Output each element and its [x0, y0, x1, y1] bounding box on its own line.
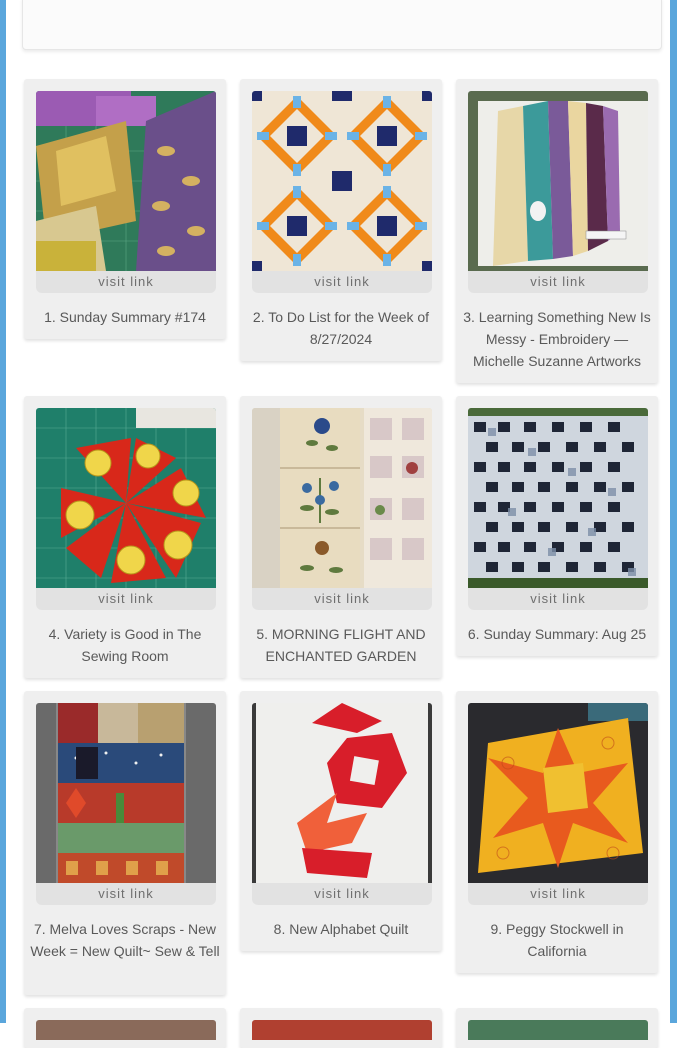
link-card-12[interactable]: [456, 1008, 658, 1048]
link-title-9[interactable]: 9. Peggy Stockwell in California: [462, 918, 652, 962]
link-card-9[interactable]: visit link 9. Peggy Stockwell in Califor…: [456, 691, 658, 973]
thumbnail-quilt-9[interactable]: [468, 703, 648, 883]
thumbnail-partial-11[interactable]: [252, 1020, 432, 1040]
thumbnail-partial-12[interactable]: [468, 1020, 648, 1040]
visit-link-8[interactable]: visit link: [252, 883, 432, 905]
link-card-1[interactable]: visit link 1. Sunday Summary #174: [24, 79, 226, 339]
quilt-photo-6: [468, 408, 648, 588]
quilt-photo-8: [252, 703, 432, 883]
visit-link-3[interactable]: visit link: [468, 271, 648, 293]
link-title-8[interactable]: 8. New Alphabet Quilt: [246, 918, 436, 940]
thumbnail-quilt-3[interactable]: [468, 91, 648, 271]
thumbnail-quilt-5[interactable]: [252, 408, 432, 588]
quilt-photo-9: [468, 703, 648, 883]
visit-link-1[interactable]: visit link: [36, 271, 216, 293]
link-card-5[interactable]: visit link 5. MORNING FLIGHT AND ENCHANT…: [240, 396, 442, 678]
visit-link-7[interactable]: visit link: [36, 883, 216, 905]
thumbnail-quilt-7[interactable]: [36, 703, 216, 883]
thumbnail-quilt-6[interactable]: [468, 408, 648, 588]
link-title-1[interactable]: 1. Sunday Summary #174: [30, 306, 220, 328]
link-card-7[interactable]: visit link 7. Melva Loves Scraps - New W…: [24, 691, 226, 995]
link-title-4[interactable]: 4. Variety is Good in The Sewing Room: [30, 623, 220, 667]
thumbnail-quilt-2[interactable]: [252, 91, 432, 271]
visit-link-4[interactable]: visit link: [36, 588, 216, 610]
link-card-10[interactable]: [24, 1008, 226, 1048]
top-panel: [22, 0, 662, 50]
link-card-8[interactable]: visit link 8. New Alphabet Quilt: [240, 691, 442, 951]
left-border: [0, 0, 6, 1023]
link-title-3[interactable]: 3. Learning Something New Is Messy - Emb…: [462, 306, 652, 372]
thumbnail-quilt-8[interactable]: [252, 703, 432, 883]
link-card-11[interactable]: [240, 1008, 442, 1048]
link-title-6[interactable]: 6. Sunday Summary: Aug 25: [462, 623, 652, 645]
thumbnail-quilt-1[interactable]: [36, 91, 216, 271]
visit-link-6[interactable]: visit link: [468, 588, 648, 610]
link-title-2[interactable]: 2. To Do List for the Week of 8/27/2024: [246, 306, 436, 350]
thumbnail-quilt-4[interactable]: [36, 408, 216, 588]
link-card-4[interactable]: visit link 4. Variety is Good in The Sew…: [24, 396, 226, 678]
visit-link-2[interactable]: visit link: [252, 271, 432, 293]
quilt-photo-3: [468, 91, 648, 271]
right-border: [670, 0, 677, 1023]
quilt-photo-4: [36, 408, 216, 588]
visit-link-5[interactable]: visit link: [252, 588, 432, 610]
link-card-2[interactable]: visit link 2. To Do List for the Week of…: [240, 79, 442, 361]
quilt-photo-7: [36, 703, 216, 883]
visit-link-9[interactable]: visit link: [468, 883, 648, 905]
link-card-6[interactable]: visit link 6. Sunday Summary: Aug 25: [456, 396, 658, 656]
quilt-photo-2: [252, 91, 432, 271]
link-title-5[interactable]: 5. MORNING FLIGHT AND ENCHANTED GARDEN: [246, 623, 436, 667]
quilt-photo-5: [252, 408, 432, 588]
quilt-photo-1: [36, 91, 216, 271]
thumbnail-partial-10[interactable]: [36, 1020, 216, 1040]
link-title-7[interactable]: 7. Melva Loves Scraps - New Week = New Q…: [30, 918, 220, 962]
link-card-3[interactable]: visit link 3. Learning Something New Is …: [456, 79, 658, 383]
